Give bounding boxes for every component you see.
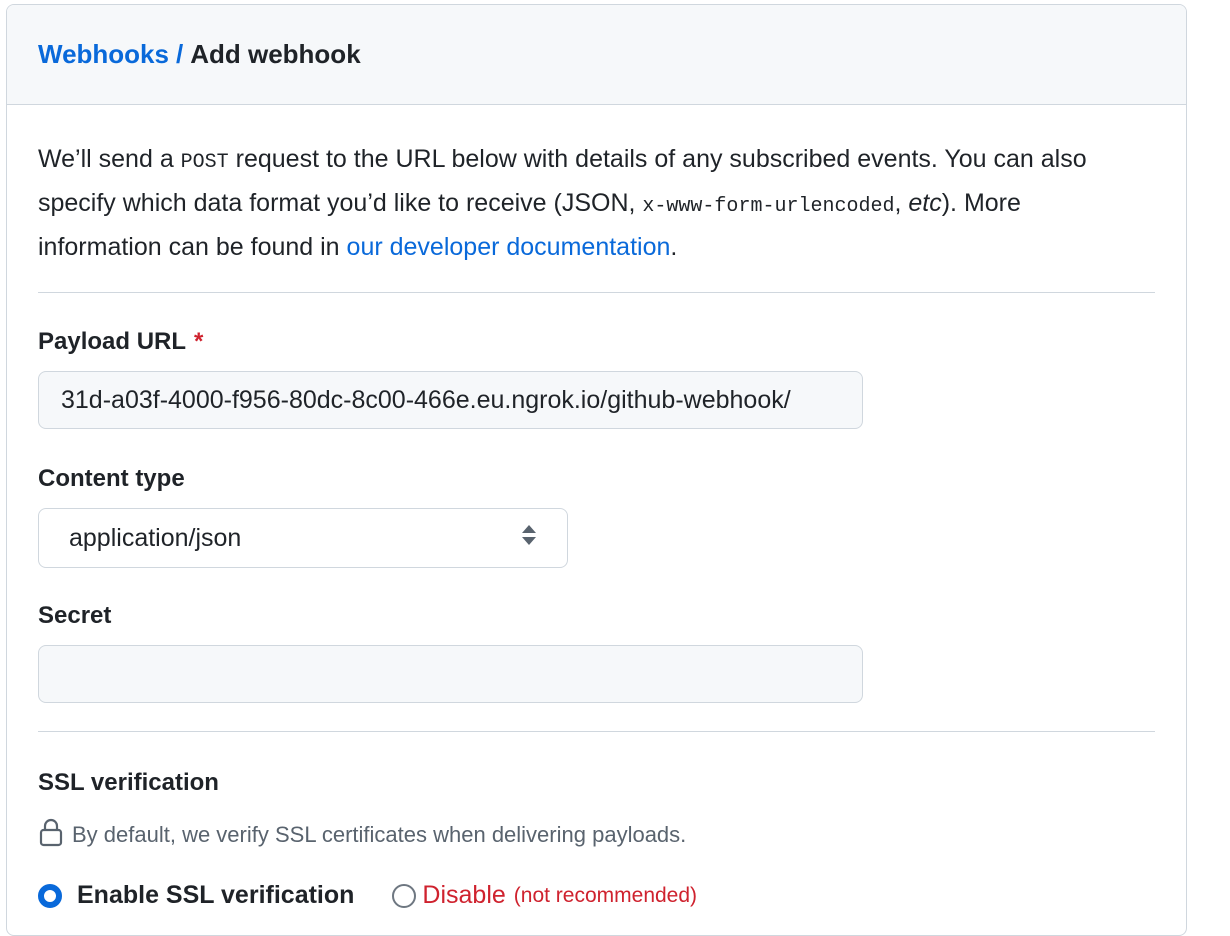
lock-icon [38, 817, 64, 853]
divider [38, 731, 1155, 732]
secret-group: Secret [38, 602, 1155, 703]
post-code: POST [180, 151, 229, 174]
divider [38, 292, 1155, 293]
breadcrumb-separator: / [175, 39, 184, 69]
content-type-label: Content type [38, 465, 185, 492]
breadcrumb: Webhooks / Add webhook [7, 5, 1186, 105]
required-mark: * [194, 328, 204, 355]
breadcrumb-webhooks-link[interactable]: Webhooks [38, 39, 169, 70]
ssl-title: SSL verification [38, 769, 219, 796]
disable-ssl-label[interactable]: Disable [422, 881, 505, 910]
developer-docs-link[interactable]: our developer documentation [347, 233, 671, 261]
enable-ssl-radio[interactable] [38, 883, 62, 908]
disable-ssl-radio[interactable] [392, 883, 417, 908]
ssl-group: SSL verification By default, we verify S… [38, 769, 1155, 910]
payload-url-label: Payload URL * [38, 328, 204, 355]
webhook-form-box: Webhooks / Add webhook We’ll send a POST… [6, 4, 1187, 936]
content-type-select[interactable]: application/json [38, 508, 568, 568]
select-arrows-icon [521, 524, 537, 553]
ssl-description: By default, we verify SSL certificates w… [38, 817, 1155, 853]
ssl-description-text: By default, we verify SSL certificates w… [72, 822, 687, 847]
payload-url-input[interactable]: 31d-a03f-4000-f956-80dc-8c00-466e.eu.ngr… [38, 371, 863, 429]
ssl-options: Enable SSL verification Disable (not rec… [38, 881, 1155, 910]
content-type-value: application/json [69, 523, 242, 552]
disable-ssl-note: (not recommended) [513, 883, 698, 907]
secret-input[interactable] [38, 645, 863, 703]
enable-ssl-label[interactable]: Enable SSL verification [77, 881, 354, 910]
payload-url-group: Payload URL * 31d-a03f-4000-f956-80dc-8c0… [38, 328, 1155, 429]
format-code: x-www-form-urlencoded [642, 195, 895, 218]
page-title: Add webhook [190, 39, 361, 69]
secret-label: Secret [38, 602, 112, 629]
intro-text: We’ll send a POST request to the URL bel… [38, 145, 1087, 261]
content-type-group: Content type application/json [38, 465, 1155, 568]
